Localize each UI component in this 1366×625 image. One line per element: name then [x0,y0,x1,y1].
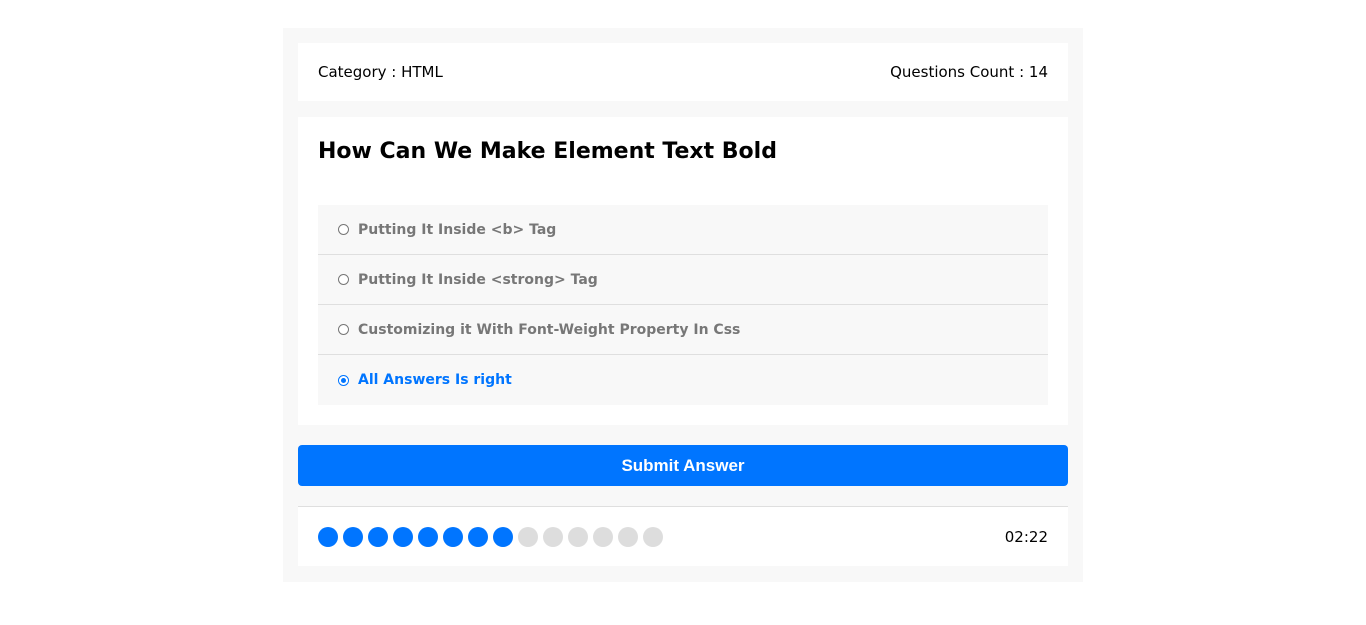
progress-bullet [418,526,438,547]
progress-bullet [468,526,488,547]
countdown-timer: 02:22 [1004,527,1048,546]
answer-label[interactable]: Customizing it With Font-Weight Property… [358,322,740,338]
answer-label[interactable]: Putting It Inside <strong> Tag [358,272,598,288]
answer-option-4[interactable]: All Answers Is right [318,355,1048,405]
progress-bullet [593,526,613,547]
progress-bullets [318,526,668,547]
progress-bullet [318,526,338,547]
answer-option-2[interactable]: Putting It Inside <strong> Tag [318,255,1048,305]
questions-count: Questions Count : 14 [890,63,1048,81]
progress-bullet [343,526,363,547]
radio-button[interactable] [338,374,349,386]
progress-bar: 02:22 [298,506,1068,566]
progress-bullet [493,526,513,547]
quiz-app: Category : HTML Questions Count : 14 How… [283,28,1083,582]
progress-bullet [368,526,388,547]
answers-area: Putting It Inside <b> Tag Putting It Ins… [318,205,1048,405]
progress-bullet [643,526,663,547]
progress-bullet [568,526,588,547]
answer-label[interactable]: Putting It Inside <b> Tag [358,222,556,238]
progress-bullet [518,526,538,547]
category-label: Category : HTML [318,63,443,81]
progress-bullet [393,526,413,547]
question-title: How Can We Make Element Text Bold [318,139,777,164]
answer-label[interactable]: All Answers Is right [358,372,512,388]
submit-answer-button[interactable]: Submit Answer [298,445,1068,486]
progress-bullet [618,526,638,547]
quiz-info-bar: Category : HTML Questions Count : 14 [298,43,1068,101]
progress-bullet [443,526,463,547]
quiz-area: How Can We Make Element Text Bold Puttin… [298,117,1068,425]
answer-option-1[interactable]: Putting It Inside <b> Tag [318,205,1048,255]
radio-button[interactable] [338,224,349,235]
radio-button[interactable] [338,324,349,335]
progress-bullet [543,526,563,547]
answer-option-3[interactable]: Customizing it With Font-Weight Property… [318,305,1048,355]
radio-button[interactable] [338,274,349,285]
